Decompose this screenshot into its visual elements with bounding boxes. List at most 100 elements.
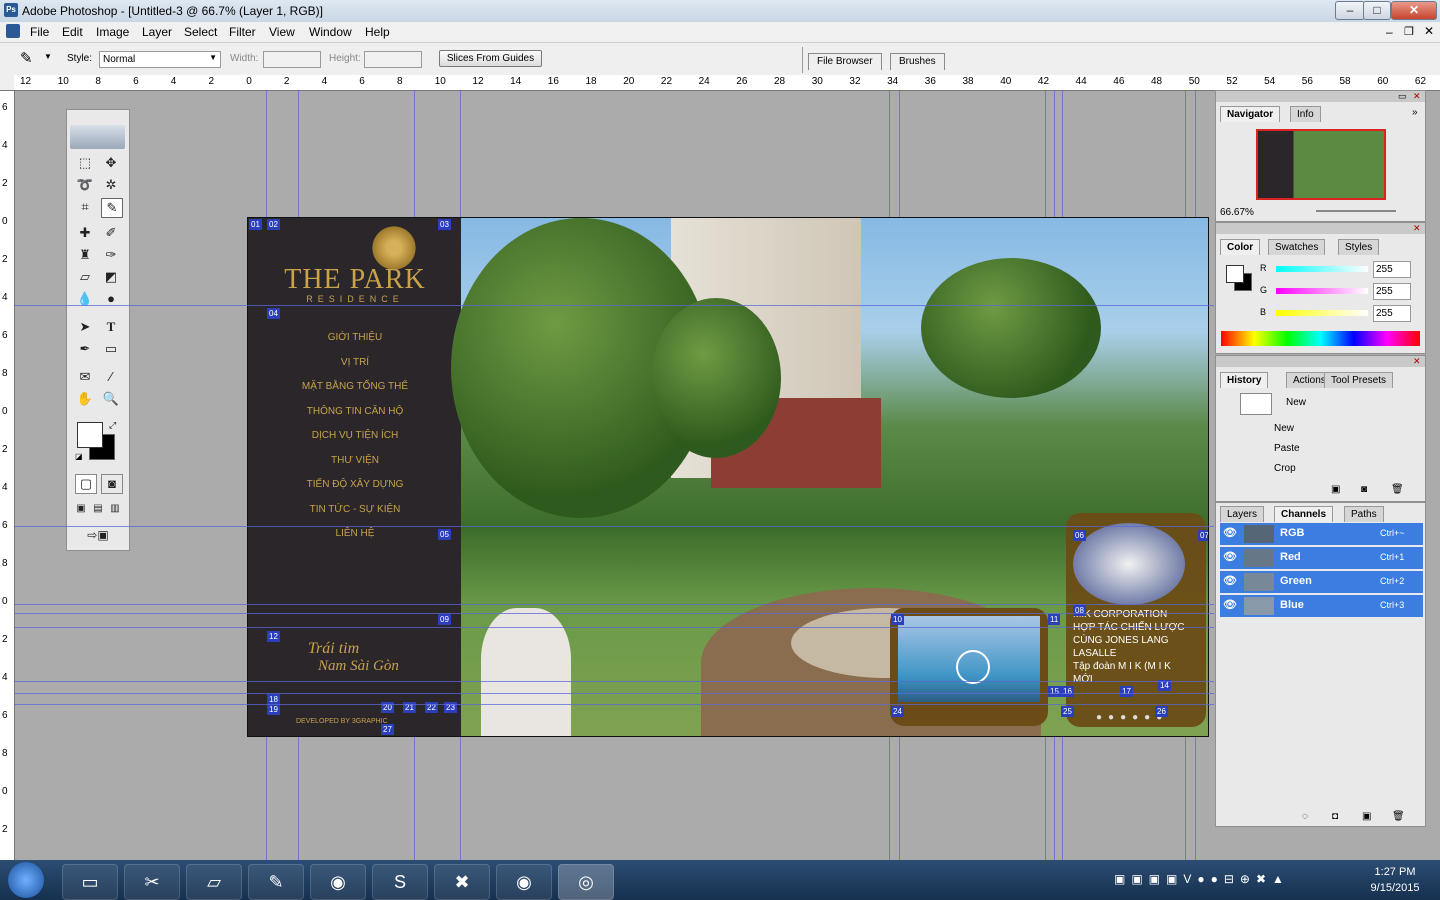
quick-mask-icon[interactable]: ◙: [101, 474, 123, 494]
vertical-ruler[interactable]: 6 4 2 0 2 4 6 8 0 2 4 6 8 0 2 4 6 8 0 2: [0, 90, 15, 860]
chrome-taskbar-icon[interactable]: ◉: [310, 864, 366, 900]
tab-file-browser[interactable]: File Browser: [808, 53, 882, 70]
screen-mode-full-menu-icon[interactable]: ▤: [90, 500, 106, 518]
height-input[interactable]: [364, 51, 422, 68]
save-selection-icon[interactable]: ◘: [1332, 811, 1338, 822]
document-canvas[interactable]: THE PARK RESIDENCE GIỚI THIỆU VỊ TRÍ MẶT…: [247, 217, 1209, 737]
horizontal-ruler[interactable]: 12 10 8 6 4 2 0 2 4 6 8 10 12 14 16 18 20 22 24 26 28 30 32 34 3…: [14, 75, 1440, 91]
play-icon[interactable]: [956, 650, 990, 684]
path-selection-icon[interactable]: ➤: [75, 318, 95, 336]
history-item[interactable]: Crop: [1274, 463, 1296, 474]
blue-slider[interactable]: [1276, 310, 1368, 316]
menu-layer[interactable]: Layer: [142, 25, 172, 39]
slice-tag[interactable]: 15: [1048, 686, 1061, 697]
slice-tag[interactable]: 05: [438, 529, 451, 540]
green-value[interactable]: 255: [1373, 283, 1411, 300]
snapshot-thumbnail[interactable]: [1240, 393, 1272, 415]
nav-dich-vu[interactable]: DỊCH VỤ TIỆN ÍCH: [248, 430, 462, 441]
clock-date[interactable]: 9/15/2015: [1360, 882, 1430, 894]
guide-horizontal[interactable]: [14, 693, 1214, 694]
style-select[interactable]: Normal ▼: [99, 51, 221, 68]
history-item[interactable]: Paste: [1274, 443, 1300, 454]
type-tool-icon[interactable]: T: [101, 318, 121, 336]
new-channel-icon[interactable]: ▣: [1362, 811, 1371, 822]
red-slider[interactable]: [1276, 266, 1368, 272]
palette-titlebar[interactable]: [1216, 356, 1425, 367]
channel-row-blue[interactable]: 👁 Blue Ctrl+3: [1220, 595, 1423, 617]
slice-tool-icon[interactable]: ✎: [101, 198, 123, 218]
healing-brush-icon[interactable]: ✚: [75, 224, 95, 242]
new-document-icon[interactable]: ▣: [1331, 484, 1340, 495]
close-button[interactable]: ✕: [1391, 1, 1437, 20]
eye-icon[interactable]: 👁: [1223, 598, 1237, 611]
green-slider[interactable]: [1276, 288, 1368, 294]
maximize-button[interactable]: □: [1363, 1, 1391, 20]
slice-tag[interactable]: 25: [1061, 706, 1074, 717]
slice-tag[interactable]: 03: [438, 219, 451, 230]
slice-tag[interactable]: 02: [267, 219, 280, 230]
doc-restore-icon[interactable]: ❐: [1404, 25, 1414, 38]
nav-thong-tin-can-ho[interactable]: THÔNG TIN CĂN HỘ: [248, 406, 462, 417]
palette-minimize-icon[interactable]: ▭: [1398, 91, 1407, 102]
menu-window[interactable]: Window: [309, 25, 352, 39]
nav-tien-do[interactable]: TIẾN ĐỘ XÂY DỰNG: [248, 479, 462, 490]
slice-tag[interactable]: 17: [1120, 686, 1133, 697]
crop-tool-icon[interactable]: ⌗: [75, 198, 95, 216]
notes-tool-icon[interactable]: ✉: [75, 368, 95, 386]
eraser-tool-icon[interactable]: ▱: [75, 268, 95, 286]
nav-lien-he[interactable]: LIÊN HỆ: [248, 528, 462, 539]
explorer-taskbar-icon[interactable]: ▭: [62, 864, 118, 900]
document-icon[interactable]: [6, 24, 20, 38]
palette-menu-icon[interactable]: »: [1412, 107, 1418, 118]
foreground-color-chip[interactable]: [1226, 265, 1244, 283]
screen-mode-full-icon[interactable]: ▥: [107, 500, 123, 518]
tab-tool-presets[interactable]: Tool Presets: [1324, 372, 1394, 388]
guide-horizontal[interactable]: [14, 305, 1214, 306]
slice-tag[interactable]: 01: [249, 219, 262, 230]
tab-layers[interactable]: Layers: [1220, 506, 1265, 522]
tab-paths[interactable]: Paths: [1344, 506, 1384, 522]
lasso-tool-icon[interactable]: ➰: [75, 176, 95, 194]
menu-edit[interactable]: Edit: [62, 25, 83, 39]
menu-file[interactable]: File: [30, 25, 49, 39]
guide-horizontal[interactable]: [14, 681, 1214, 682]
ruler-origin[interactable]: [0, 75, 14, 91]
slice-tag[interactable]: 10: [891, 614, 904, 625]
doc-close-icon[interactable]: ✕: [1424, 24, 1434, 38]
minimize-button[interactable]: –: [1335, 1, 1365, 20]
gradient-tool-icon[interactable]: ◩: [101, 268, 121, 286]
nav-thu-vien[interactable]: THƯ VIỆN: [248, 455, 462, 466]
start-button[interactable]: [8, 862, 44, 898]
news-text[interactable]: MIK CORPORATION HỢP TÁC CHIẾN LƯỢC CÙNG …: [1073, 608, 1201, 686]
menu-help[interactable]: Help: [365, 25, 390, 39]
adobe-online-icon[interactable]: [70, 125, 125, 149]
palette-close-icon[interactable]: ✕: [1413, 356, 1421, 367]
slice-tag[interactable]: 12: [267, 631, 280, 642]
channel-row-rgb[interactable]: 👁 RGB Ctrl+~: [1220, 523, 1423, 545]
hand-tool-icon[interactable]: ✋: [75, 390, 95, 408]
tab-styles[interactable]: Styles: [1338, 239, 1380, 255]
nav-mat-bang[interactable]: MẶT BẰNG TỔNG THỂ: [248, 381, 462, 392]
slice-tag[interactable]: 11: [1048, 614, 1061, 625]
slice-tag[interactable]: 27: [381, 724, 394, 735]
palette-titlebar[interactable]: [1216, 91, 1425, 102]
channel-row-red[interactable]: 👁 Red Ctrl+1: [1220, 547, 1423, 569]
trash-icon[interactable]: 🗑: [1391, 484, 1404, 495]
doc-minimize-icon[interactable]: –: [1386, 25, 1393, 39]
load-selection-icon[interactable]: ◌: [1302, 811, 1308, 822]
jump-to-imageready-icon[interactable]: ⇨▣: [75, 526, 121, 544]
nav-tin-tuc[interactable]: TIN TỨC - SỰ KIỆN: [248, 504, 462, 515]
slice-tag[interactable]: 04: [267, 308, 280, 319]
slice-tag[interactable]: 16: [1061, 686, 1074, 697]
guide-horizontal[interactable]: [14, 526, 1214, 527]
move-tool-icon[interactable]: ✥: [101, 154, 121, 172]
guide-horizontal[interactable]: [14, 604, 1214, 605]
slice-tag[interactable]: 08: [1073, 605, 1086, 616]
screen-mode-standard-icon[interactable]: ▣: [73, 500, 89, 518]
guide-horizontal[interactable]: [14, 627, 1214, 628]
notes-taskbar-icon[interactable]: ▱: [186, 864, 242, 900]
history-brush-icon[interactable]: ✑: [101, 246, 121, 264]
chrome-taskbar-icon-2[interactable]: ◉: [496, 864, 552, 900]
eye-icon[interactable]: 👁: [1223, 550, 1237, 563]
marquee-tool-icon[interactable]: ⬚: [75, 154, 95, 172]
